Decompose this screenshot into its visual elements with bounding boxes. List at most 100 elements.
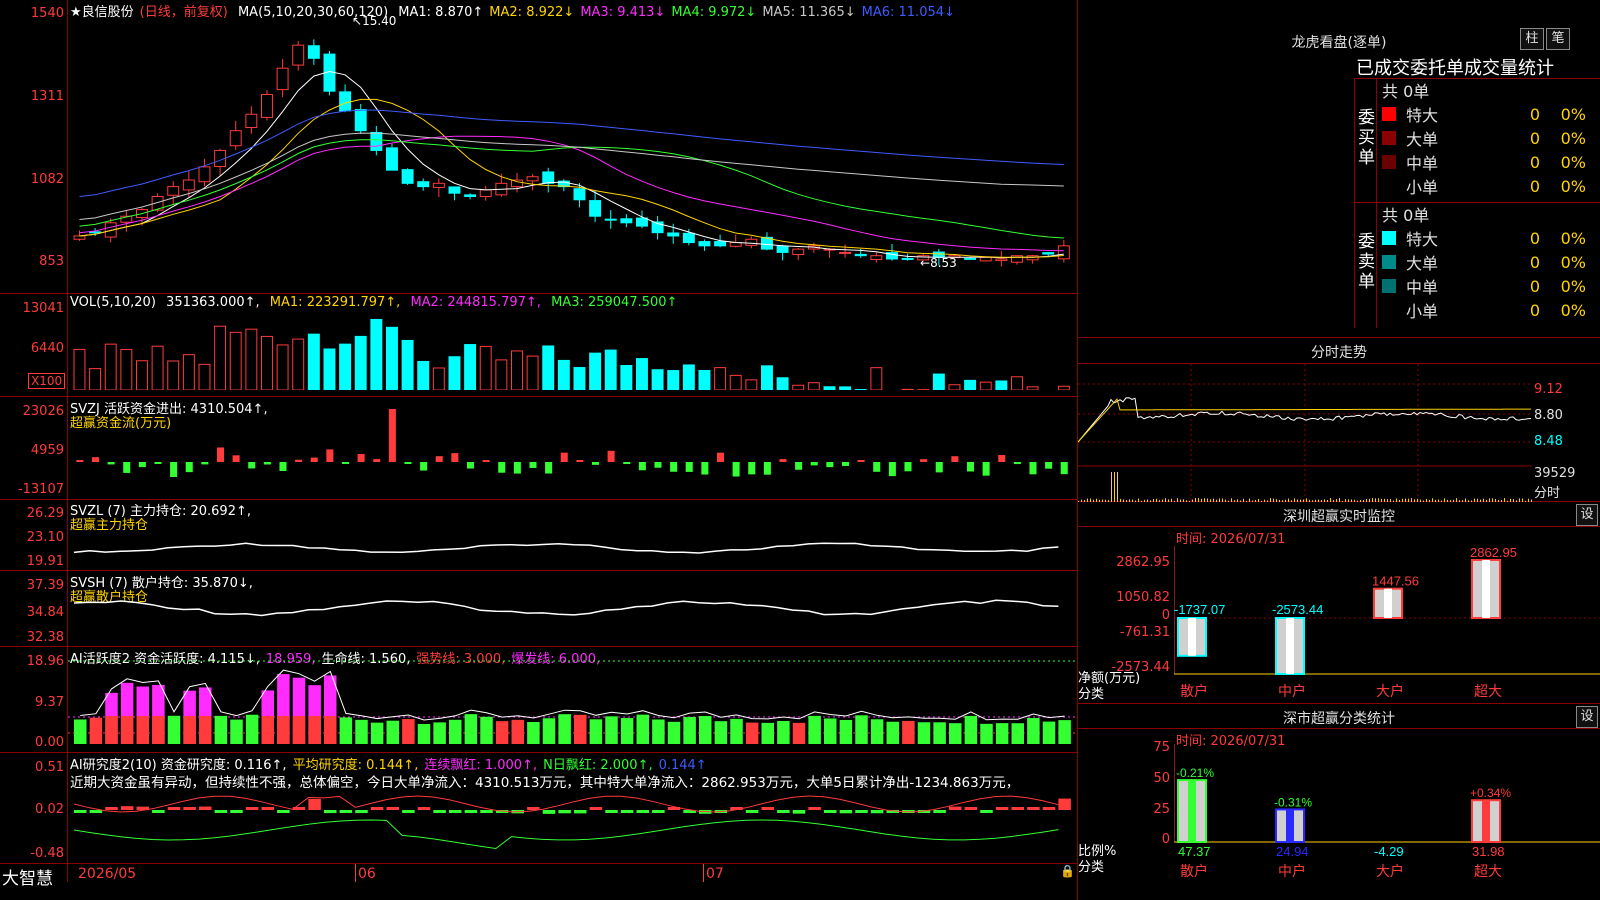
order-count: 0 [1529, 300, 1540, 320]
candle-body [901, 257, 914, 260]
volume-bar [651, 369, 664, 390]
volume-bar [761, 365, 773, 390]
volume-bar [1026, 386, 1039, 390]
monitor-bar-value: 2862.95 [1470, 546, 1517, 560]
order-color-swatch [1382, 179, 1396, 193]
activity-bar-base [120, 716, 134, 744]
fund-flow-bar [248, 462, 256, 469]
monitor-bar-label: 中户 [1278, 683, 1306, 700]
candle-body [620, 218, 633, 224]
ai1-chart [68, 660, 1076, 744]
fund-flow-bar [920, 459, 928, 462]
candle-body [573, 188, 586, 201]
volume-bar [776, 377, 789, 390]
activity-bar [730, 718, 743, 744]
activity-bar [402, 719, 415, 744]
fund-flow-bar [654, 462, 662, 468]
category-ytick: 25 [1153, 802, 1170, 817]
research-bar [792, 810, 806, 814]
activity-bar [386, 720, 399, 744]
candle-body [479, 189, 492, 198]
research-bar [339, 810, 353, 813]
volume-bar [698, 370, 711, 390]
activity-bar [855, 715, 868, 744]
candle-body [636, 217, 648, 227]
fund-flow-bar [201, 462, 209, 465]
vol-ytick: 13041 [22, 301, 64, 316]
volume-bar [636, 358, 648, 390]
order-percent: 0% [1560, 228, 1586, 248]
divider-svzl-svsh [0, 570, 1078, 571]
bar-view-button[interactable]: 柱 [1520, 28, 1544, 50]
fund-flow-bar [685, 462, 693, 472]
volume-bar [792, 384, 805, 390]
category-settings-button[interactable]: 设 [1576, 706, 1598, 728]
fund-flow-bar [185, 462, 193, 473]
research-bar [120, 806, 134, 810]
monitor-bar-highlight [1286, 618, 1294, 674]
fund-flow-bar [498, 462, 506, 473]
monitor-bar-value: -1737.07 [1174, 602, 1225, 617]
minute-vol-label: 分时 [1534, 486, 1561, 501]
candle-body [1011, 255, 1023, 263]
volume-bar [964, 379, 977, 390]
activity-bar [949, 723, 962, 744]
volume-bar [542, 345, 555, 390]
tick-view-button[interactable]: 笔 [1546, 28, 1570, 50]
fund-flow-bar [1045, 462, 1053, 469]
fund-flow-bar [326, 449, 334, 462]
activity-bar [667, 721, 681, 744]
fund-flow-bar [420, 462, 428, 471]
fund-flow-bar [966, 462, 974, 472]
lock-icon[interactable]: 🔒 [1060, 864, 1075, 878]
order-type-label: 特大 [1406, 106, 1439, 125]
activity-bar-base [136, 716, 149, 744]
activity-bar [761, 722, 774, 744]
fund-flow-bar [560, 452, 568, 462]
research-bar [777, 810, 790, 813]
fund-flow-bar [951, 456, 959, 462]
activity-bar-base [277, 716, 290, 744]
activity-bar [792, 722, 806, 744]
order-type-label: 小单 [1406, 178, 1439, 197]
volume-bar [667, 370, 680, 390]
research-bar [620, 810, 634, 813]
candle-body [292, 44, 305, 66]
research-bar [449, 810, 462, 813]
minute-panel[interactable]: 分时走势 9.12 8.80 8.48 39529 分时 [1078, 338, 1600, 502]
volume-bar [839, 386, 852, 390]
fund-flow-bar [357, 453, 365, 462]
minute-volume-bar [1117, 472, 1118, 502]
kline-chart[interactable] [68, 18, 1076, 292]
minute-volume-bar [1111, 472, 1112, 502]
volume-bar [714, 367, 727, 390]
volume-bar [870, 367, 883, 390]
order-type-label: 中单 [1406, 154, 1439, 173]
volume-bar [823, 386, 836, 390]
volume-bar [995, 380, 1008, 390]
svzl-ytick: 26.29 [26, 506, 64, 521]
activity-bar [589, 719, 603, 744]
volume-bar [417, 360, 430, 390]
monitor-ytick: -761.31 [1119, 625, 1170, 640]
vol-unit-badge[interactable]: X100 [28, 373, 66, 389]
order-type-label: 小单 [1406, 302, 1439, 321]
activity-bar [558, 714, 571, 744]
fund-flow-bar [716, 452, 724, 462]
fund-flow-bar [795, 462, 803, 470]
research-bar [386, 807, 399, 810]
candle-body [792, 248, 805, 256]
main-chart-area[interactable]: ★良信股份 (日线，前复权) MA(5,10,20,30,60,120) MA1:… [0, 0, 1078, 900]
activity-bar [605, 716, 618, 744]
monitor-bar-highlight [1482, 560, 1490, 618]
activity-bar [230, 719, 243, 744]
fund-flow-bar [123, 462, 131, 473]
buy-orders-label: 委买单 [1358, 108, 1375, 168]
candle-body [370, 131, 383, 151]
volume-chart [73, 318, 1070, 390]
svsh-ytick: 37.39 [26, 578, 64, 593]
category-bar-highlight [1482, 800, 1490, 842]
monitor-settings-button[interactable]: 设 [1576, 504, 1598, 526]
activity-bar [870, 719, 884, 744]
monitor-bar-label: 散户 [1180, 683, 1208, 700]
